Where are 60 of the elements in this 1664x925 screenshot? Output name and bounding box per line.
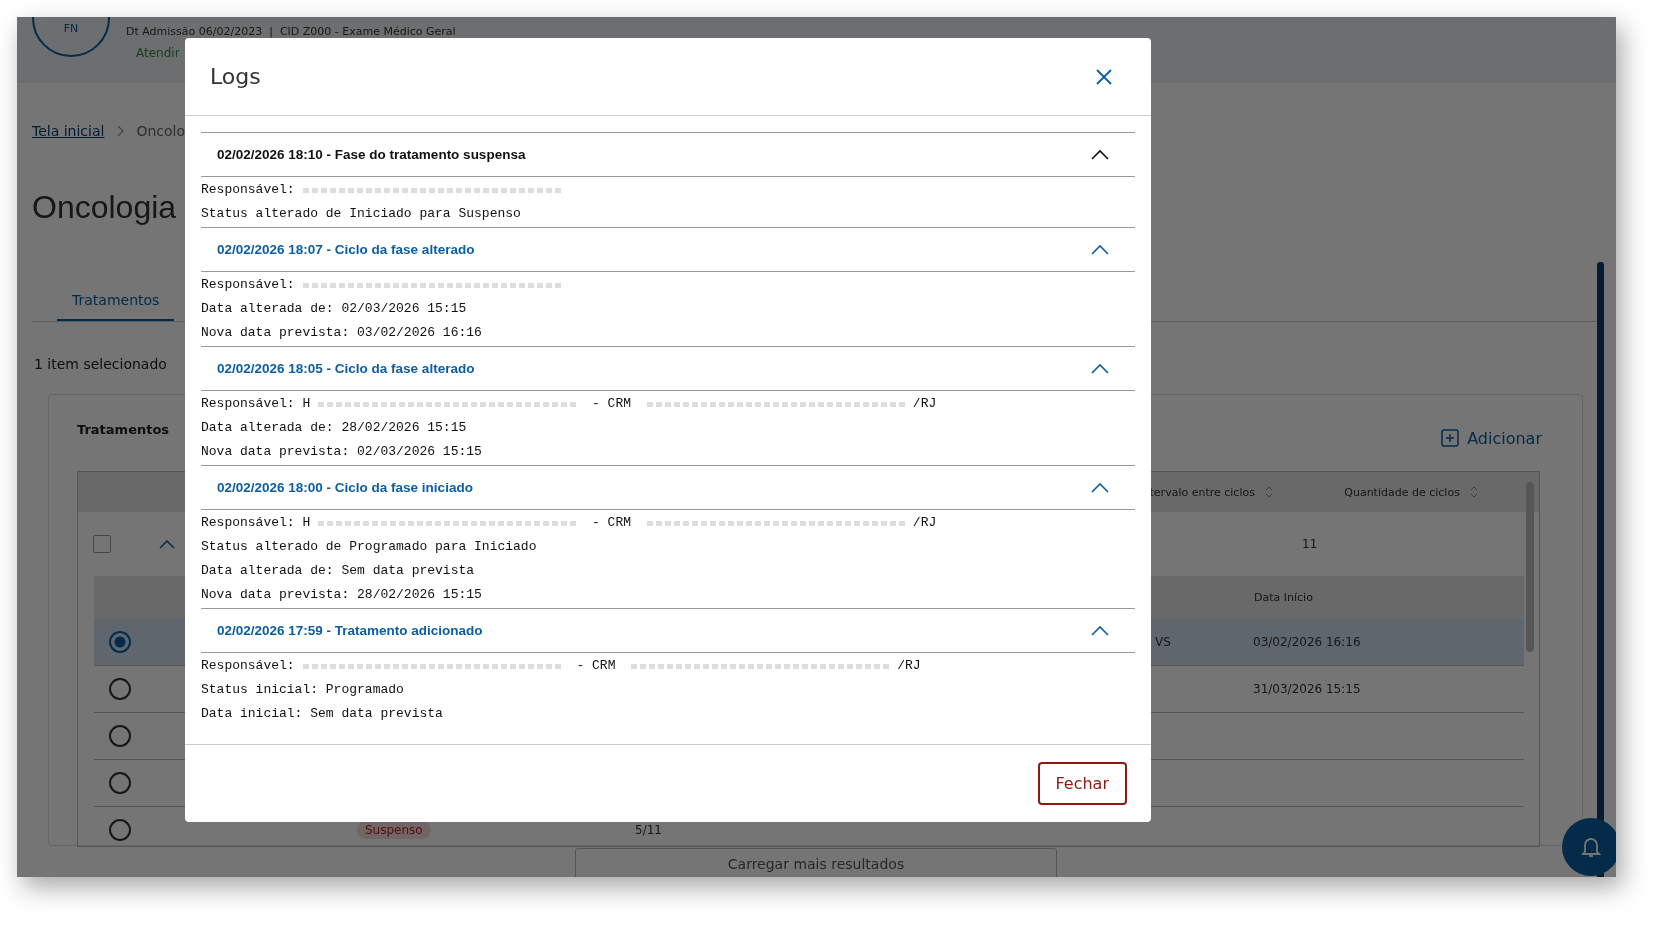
log-text: Nova data prevista: 03/02/2026 16:16: [201, 324, 482, 342]
log-text: /RJ: [912, 514, 937, 532]
sort-icon: [1264, 486, 1273, 498]
notification-button[interactable]: [1562, 818, 1616, 876]
table-cell: 5/11: [635, 823, 662, 837]
log-entry-header[interactable]: 02/02/2026 17:59 - Tratamento adicionado: [201, 608, 1135, 653]
bell-icon: [1581, 836, 1601, 858]
log-text: Data alterada de: Sem data prevista: [201, 562, 475, 580]
checkbox[interactable]: [93, 535, 111, 553]
chevron-up-icon: [1091, 363, 1109, 374]
radio-button[interactable]: [109, 725, 131, 747]
log-text: Responsável: H: [201, 514, 311, 532]
close-dialog-button[interactable]: Fechar: [1037, 762, 1127, 805]
log-text: - CRM: [591, 395, 633, 413]
log-text: Nova data prevista: 02/03/2026 15:15: [201, 443, 482, 461]
avatar: FN: [32, 17, 110, 57]
table-cell: 03/02/2026 16:16: [1253, 635, 1361, 649]
column-header: Data Início: [1254, 591, 1313, 604]
log-text: /RJ: [897, 657, 921, 675]
table-cell: 11: [1302, 537, 1318, 551]
log-text: - CRM: [575, 657, 617, 675]
log-text: Data alterada de: 02/03/2026 15:15: [201, 300, 467, 318]
log-text: - CRM: [591, 514, 633, 532]
column-header: tervalo entre ciclos: [1149, 485, 1255, 499]
radio-button[interactable]: [109, 772, 131, 794]
log-text: Nova data prevista: 28/02/2026 15:15: [201, 586, 482, 604]
log-text: Status inicial: Programado: [201, 681, 404, 699]
plus-square-icon: [1441, 429, 1460, 447]
patient-info: Dt Admissão 06/02/2023 | CID Z000 - Exame Médico Geral: [126, 25, 456, 38]
chevron-up-icon: [1091, 625, 1109, 636]
radio-button[interactable]: [109, 819, 131, 841]
dialog-title: Logs: [210, 64, 261, 89]
log-text: Responsável:: [201, 276, 295, 294]
page-title: Oncologia: [32, 189, 177, 226]
log-text: Status alterado de Programado para Iniciado: [201, 538, 537, 556]
log-text: Status alterado de Iniciado para Suspenso: [201, 205, 521, 223]
log-entry-header[interactable]: 02/02/2026 18:05 - Ciclo da fase alterado: [201, 346, 1135, 391]
chevron-up-icon: [1091, 149, 1109, 160]
sort-icon: [1469, 486, 1478, 498]
log-entry-header[interactable]: 02/02/2026 18:07 - Ciclo da fase alterado: [201, 227, 1135, 272]
column-header: Quantidade de ciclos: [1344, 485, 1460, 499]
chevron-up-icon: [1091, 482, 1109, 493]
chevron-right-icon: [116, 125, 125, 137]
table-cell: VS: [1155, 635, 1171, 649]
selection-count: 1 item selecionado: [34, 356, 167, 372]
log-entry-header[interactable]: 02/02/2026 18:00 - Ciclo da fase iniciado: [201, 465, 1135, 510]
log-text: Responsável:: [201, 181, 295, 199]
breadcrumb-link[interactable]: Tela inicial: [32, 123, 105, 139]
log-entry-header[interactable]: 02/02/2026 18:10 - Fase do tratamento suspensa: [201, 132, 1135, 177]
close-icon: [1095, 67, 1113, 86]
table-cell: 31/03/2026 15:15: [1253, 682, 1361, 696]
log-text: Responsável: H: [201, 395, 311, 413]
log-text: Data inicial: Sem data prevista: [201, 705, 443, 723]
radio-button[interactable]: [109, 678, 131, 700]
log-text: Responsável:: [201, 657, 295, 675]
log-text: /RJ: [912, 395, 937, 413]
patient-status: Atendir: [136, 46, 181, 60]
card-title: Tratamentos: [77, 421, 170, 437]
chevron-up-icon: [1091, 244, 1109, 255]
log-text: Data alterada de: 28/02/2026 15:15: [201, 419, 467, 437]
